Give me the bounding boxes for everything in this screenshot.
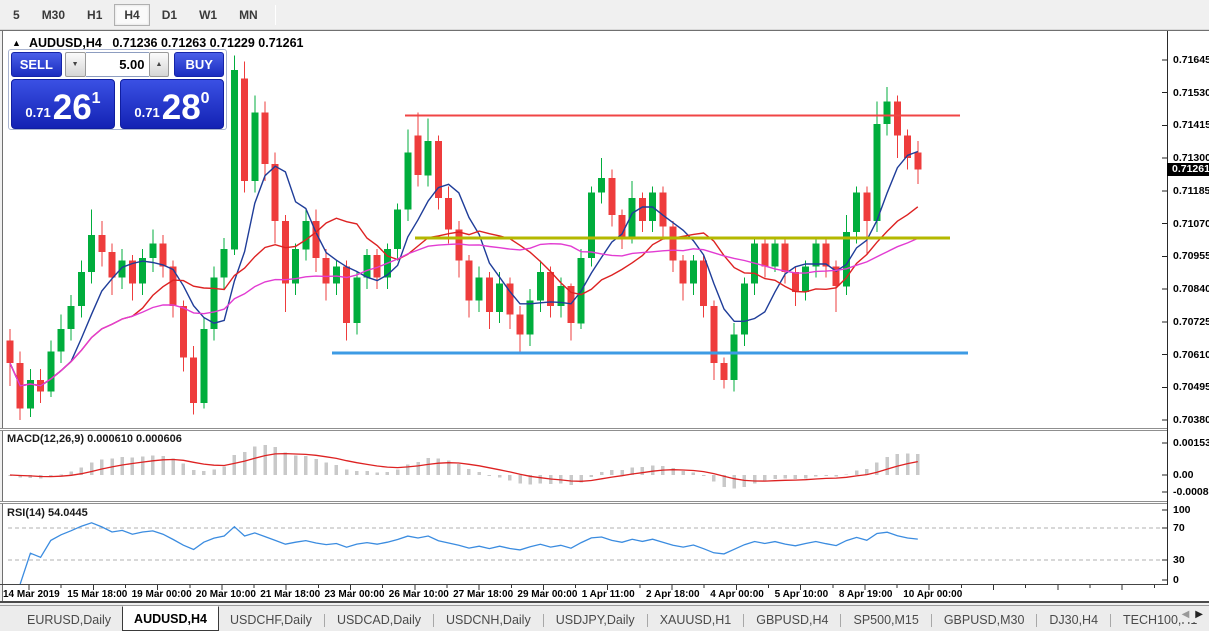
time-axis-label: 4 Apr 00:00 (710, 589, 764, 600)
chart-tab-bar: EURUSD,DailyAUDUSD,H4USDCHF,DailyUSDCAD,… (0, 605, 1209, 631)
chart-tab-usdchf-daily[interactable]: USDCHF,Daily (219, 609, 323, 631)
time-axis-label: 10 Apr 00:00 (903, 589, 962, 600)
price-axis-label: 0.71185 (1173, 185, 1209, 197)
tab-scroll-arrows: ◀ ▶ (1178, 607, 1207, 622)
rsi-chart-canvas[interactable] (0, 504, 1167, 584)
chart-tab-eurusd-daily[interactable]: EURUSD,Daily (16, 609, 122, 631)
timeframe-button-M30[interactable]: M30 (32, 4, 75, 26)
volume-input[interactable] (86, 52, 149, 77)
price-axis-label: 0.71070 (1173, 218, 1209, 230)
buy-button[interactable]: BUY (174, 52, 224, 77)
chart-symbol-period: AUDUSD,H4 (29, 36, 102, 50)
time-axis-label: 21 Mar 18:00 (260, 589, 320, 600)
tab-scroll-right-icon[interactable]: ▶ (1195, 609, 1203, 620)
buy-price-small: 0.71 (134, 105, 159, 120)
time-axis-label: 15 Mar 18:00 (67, 589, 127, 600)
chart-tab-audusd-h4[interactable]: AUDUSD,H4 (122, 606, 219, 631)
timeframe-button-MN[interactable]: MN (229, 4, 268, 26)
tab-divider (433, 614, 434, 627)
time-axis-label: 8 Apr 19:00 (839, 589, 893, 600)
buy-price-big: 28 (162, 93, 201, 124)
tab-divider (1110, 614, 1111, 627)
tab-divider (931, 614, 932, 627)
price-axis-label: 0.70725 (1173, 316, 1209, 328)
price-axis-label: 0.70610 (1173, 349, 1209, 361)
time-axis-label: 14 Mar 2019 (3, 589, 60, 600)
time-axis-label: 27 Mar 18:00 (453, 589, 513, 600)
timeframe-button-D1[interactable]: D1 (152, 4, 187, 26)
chevron-down-icon: ▼ (72, 61, 79, 68)
tab-divider (743, 614, 744, 627)
timeframe-button-5[interactable]: 5 (3, 4, 30, 26)
time-axis-label: 5 Apr 10:00 (775, 589, 829, 600)
tab-scroll-left-icon[interactable]: ◀ (1182, 609, 1190, 620)
sell-price-small: 0.71 (25, 105, 50, 120)
volume-increase-button[interactable]: ▲ (149, 52, 170, 77)
time-axis-label: 2 Apr 18:00 (646, 589, 700, 600)
chevron-up-icon: ▲ (155, 61, 162, 68)
chart-tab-xauusd-h1[interactable]: XAUUSD,H1 (649, 609, 743, 631)
chart-tab-usdjpy-daily[interactable]: USDJPY,Daily (545, 609, 646, 631)
current-price-tag: 0.71261 (1167, 163, 1209, 176)
price-axis-label: 0.71415 (1173, 119, 1209, 131)
rsi-axis-label: 30 (1173, 554, 1185, 566)
chart-ohlc-values: 0.71236 0.71263 0.71229 0.71261 (112, 36, 303, 50)
price-axis-label: 0.70495 (1173, 381, 1209, 393)
volume-decrease-button[interactable]: ▼ (65, 52, 86, 77)
rsi-axis-label: 0 (1173, 574, 1179, 586)
buy-quote-button[interactable]: 0.71 28 0 (120, 79, 224, 129)
macd-axis-label: 0.00 (1173, 469, 1193, 481)
chart-title: ▲ AUDUSD,H4 0.71236 0.71263 0.71229 0.71… (12, 36, 303, 50)
price-axis-label: 0.70380 (1173, 414, 1209, 426)
rsi-axis-label: 70 (1173, 522, 1185, 534)
sell-button[interactable]: SELL (11, 52, 62, 77)
timeframe-button-H1[interactable]: H1 (77, 4, 112, 26)
price-axis[interactable] (1167, 31, 1209, 585)
macd-axis-label: 0.001538 (1173, 437, 1209, 449)
price-axis-label: 0.71530 (1173, 87, 1209, 99)
chart-tab-gbpusd-m30[interactable]: GBPUSD,M30 (933, 609, 1036, 631)
time-axis-label: 29 Mar 00:00 (517, 589, 577, 600)
tab-divider (647, 614, 648, 627)
chart-tab-sp500-m15[interactable]: SP500,M15 (842, 609, 929, 631)
chart-frame-bottom (0, 601, 1209, 603)
tab-divider (1036, 614, 1037, 627)
buy-price-sup: 0 (201, 90, 210, 108)
price-axis-label: 0.70955 (1173, 250, 1209, 262)
sell-price-big: 26 (53, 93, 92, 124)
rsi-axis-label: 100 (1173, 504, 1191, 516)
sell-quote-button[interactable]: 0.71 26 1 (11, 79, 115, 129)
sell-price-sup: 1 (92, 90, 101, 108)
time-axis-label: 1 Apr 11:00 (582, 589, 635, 600)
price-axis-label: 0.71645 (1173, 54, 1209, 66)
tab-divider (324, 614, 325, 627)
time-axis-label: 19 Mar 00:00 (132, 589, 192, 600)
chart-tab-usdcad-daily[interactable]: USDCAD,Daily (326, 609, 432, 631)
one-click-trading-panel: SELL ▼ ▲ BUY 0.71 26 1 0.71 28 0 (8, 49, 227, 130)
tab-divider (543, 614, 544, 627)
tab-divider (840, 614, 841, 627)
macd-axis-label: -0.00083 (1173, 486, 1209, 498)
time-axis-label: 26 Mar 10:00 (389, 589, 449, 600)
chart-tab-usdcnh-daily[interactable]: USDCNH,Daily (435, 609, 542, 631)
time-axis-label: 20 Mar 10:00 (196, 589, 256, 600)
macd-label: MACD(12,26,9) 0.000610 0.000606 (7, 433, 182, 445)
timeframe-button-W1[interactable]: W1 (189, 4, 227, 26)
chart-tab-dj30-h4[interactable]: DJ30,H4 (1038, 609, 1109, 631)
symbol-marker-icon: ▲ (12, 38, 21, 48)
timeframe-button-H4[interactable]: H4 (114, 4, 149, 26)
timeframe-toolbar: 5M30H1H4D1W1MN (0, 0, 1209, 30)
price-axis-label: 0.70840 (1173, 283, 1209, 295)
chart-tab-gbpusd-h4[interactable]: GBPUSD,H4 (745, 609, 839, 631)
toolbar-separator (275, 5, 276, 25)
rsi-label: RSI(14) 54.0445 (7, 507, 88, 519)
time-axis-label: 23 Mar 00:00 (325, 589, 385, 600)
